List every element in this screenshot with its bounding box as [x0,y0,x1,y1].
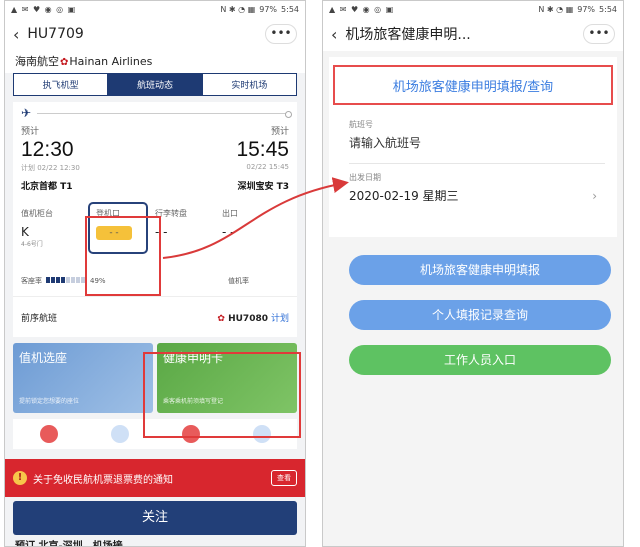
previous-flight-plan: 计划 [270,314,289,324]
departure-date-value: 2020-02-19 星期三 [349,189,459,203]
notice-text: 关于免收民航机票退票费的通知 [33,474,173,486]
staff-entry-button[interactable]: 工作人员入口 [349,345,611,375]
exit-value: - - [222,225,235,239]
health-card-highlight-box [143,352,301,438]
fill-declaration-button[interactable]: 机场旅客健康申明填报 [349,255,611,285]
more-menu-button[interactable]: ••• [265,24,297,44]
battery-level: 97% [577,4,596,14]
tab-live-airport[interactable]: 实时机场 [203,74,296,95]
seat-selection-title: 值机选座 [19,351,68,365]
baggage-carousel: 行李转盘 - - [155,208,222,254]
flight-number-input[interactable]: 请输入航班号 [329,130,617,151]
checkin-counter: 值机柜台 K 4-6号门 [21,208,88,254]
previous-flight-label: 前序航班 [21,314,58,324]
tab-flight-status[interactable]: 航班动态 [108,74,203,95]
previous-flight-number: HU7080 [228,314,268,324]
arrival-column: 预计 15:45 02/22 15:45 [236,124,289,173]
load-factor-segment [46,277,50,283]
notice-view-button[interactable]: 查看 [271,470,297,486]
back-icon[interactable]: ‹ [13,25,19,44]
previous-flight-row[interactable]: 前序航班 ✿ HU7080 计划 [13,296,297,324]
system-icons: N ✱ ◔ ▦ [220,4,256,14]
checkin-rate-label: 值机率 [228,277,249,285]
checkin-counter-value: K [21,225,29,239]
right-phone-screen: ▲ ✉ ♥ ◉ ◎ ▣ N ✱ ◔ ▦ 97% 5:54 ‹ 机场旅客健康申明.… [322,0,624,547]
departure-column: 预计 12:30 计划 02/22 12:30 [21,124,80,173]
notification-icons: ▲ ✉ ♥ ◉ ◎ ▣ [11,4,77,14]
checkin-counter-label: 值机柜台 [21,209,53,218]
airline-logo-icon: ✿ [60,57,69,68]
follow-button[interactable]: 关注 [13,501,297,535]
query-records-button[interactable]: 个人填报记录查询 [349,300,611,330]
flight-progress: ✈ [13,102,297,124]
flight-number-label: 航班号 [349,120,373,129]
seat-selection-card[interactable]: 值机选座 提前锁定您想要的座位 [13,343,153,413]
warning-icon: ! [13,471,27,485]
back-icon[interactable]: ‹ [331,25,337,44]
battery-level: 97% [259,4,278,14]
load-factor-segment [51,277,55,283]
flight-progress-track [37,110,292,118]
load-factor-segment [66,277,70,283]
airline-logo-icon: ✿ [217,314,229,324]
divider [349,163,605,164]
service-icon[interactable] [39,425,58,443]
load-factor-bar [46,277,86,285]
flight-times: 预计 12:30 计划 02/22 12:30 预计 15:45 02/22 1… [13,124,297,173]
chevron-right-icon: › [592,188,597,203]
departure-label: 预计 [21,127,40,137]
status-bar: ▲ ✉ ♥ ◉ ◎ ▣ N ✱ ◔ ▦ 97% 5:54 [5,1,305,17]
load-factor-segment [76,277,80,283]
booking-promo-text: 预订 北京-深圳，机场接 [15,541,123,547]
status-bar: ▲ ✉ ♥ ◉ ◎ ▣ N ✱ ◔ ▦ 97% 5:54 [323,1,623,17]
tab-aircraft-type[interactable]: 执飞机型 [14,74,109,95]
arrival-station: 深圳宝安 T3 [237,182,289,192]
system-icons: N ✱ ◔ ▦ [538,4,574,14]
page-title: 机场旅客健康申明... [345,27,471,43]
departure-date-label: 出发日期 [349,173,381,182]
load-factor-label: 客座率 [21,277,42,285]
load-factor-segment [56,277,60,283]
form-title: 机场旅客健康申明填报/查询 [333,65,613,105]
stations: 北京首都 T1 深圳宝安 T3 [13,173,297,192]
page-title: HU7709 [27,26,84,42]
gate-highlight-box [85,216,161,296]
flight-tabs: 执飞机型 航班动态 实时机场 [13,73,297,96]
exit: 出口 - - [222,208,289,254]
departure-planned: 计划 02/22 12:30 [21,164,80,172]
arrival-planned: 02/22 15:45 [246,163,289,171]
notification-icons: ▲ ✉ ♥ ◉ ◎ ▣ [329,4,395,14]
airline-name-cn: 海南航空 [15,55,59,68]
baggage-carousel-value: - - [155,225,168,239]
baggage-carousel-label: 行李转盘 [155,209,187,218]
airline-name-en: Hainan Airlines [69,55,153,68]
clock: 5:54 [599,4,617,14]
arrival-label: 预计 [270,127,289,137]
arrival-time: 15:45 [236,138,289,161]
more-menu-button[interactable]: ••• [583,24,615,44]
clock: 5:54 [281,4,299,14]
airplane-icon: ✈ [21,106,32,120]
load-factor-segment [61,277,65,283]
exit-label: 出口 [222,209,238,218]
load-factor-segment [71,277,75,283]
checkin-counter-sub: 4-6号门 [21,241,43,248]
notice-banner[interactable]: ! 关于免收民航机票退票费的通知 查看 [5,459,305,497]
nav-bar: ‹ 机场旅客健康申明... ••• [323,17,623,51]
departure-station: 北京首都 T1 [21,182,73,192]
seat-selection-sub: 提前锁定您想要的座位 [19,398,80,405]
declaration-form: 机场旅客健康申明填报/查询 航班号 请输入航班号 出发日期 2020-02-19… [329,57,617,237]
departure-date-field[interactable]: 2020-02-19 星期三 › [329,183,617,204]
departure-time: 12:30 [21,138,74,161]
previous-flight: ✿ HU7080 计划 [217,311,289,324]
service-icon[interactable] [110,425,129,443]
nav-bar: ‹ HU7709 ••• [5,17,305,51]
airline-name: 海南航空✿Hainan Airlines [5,51,305,73]
